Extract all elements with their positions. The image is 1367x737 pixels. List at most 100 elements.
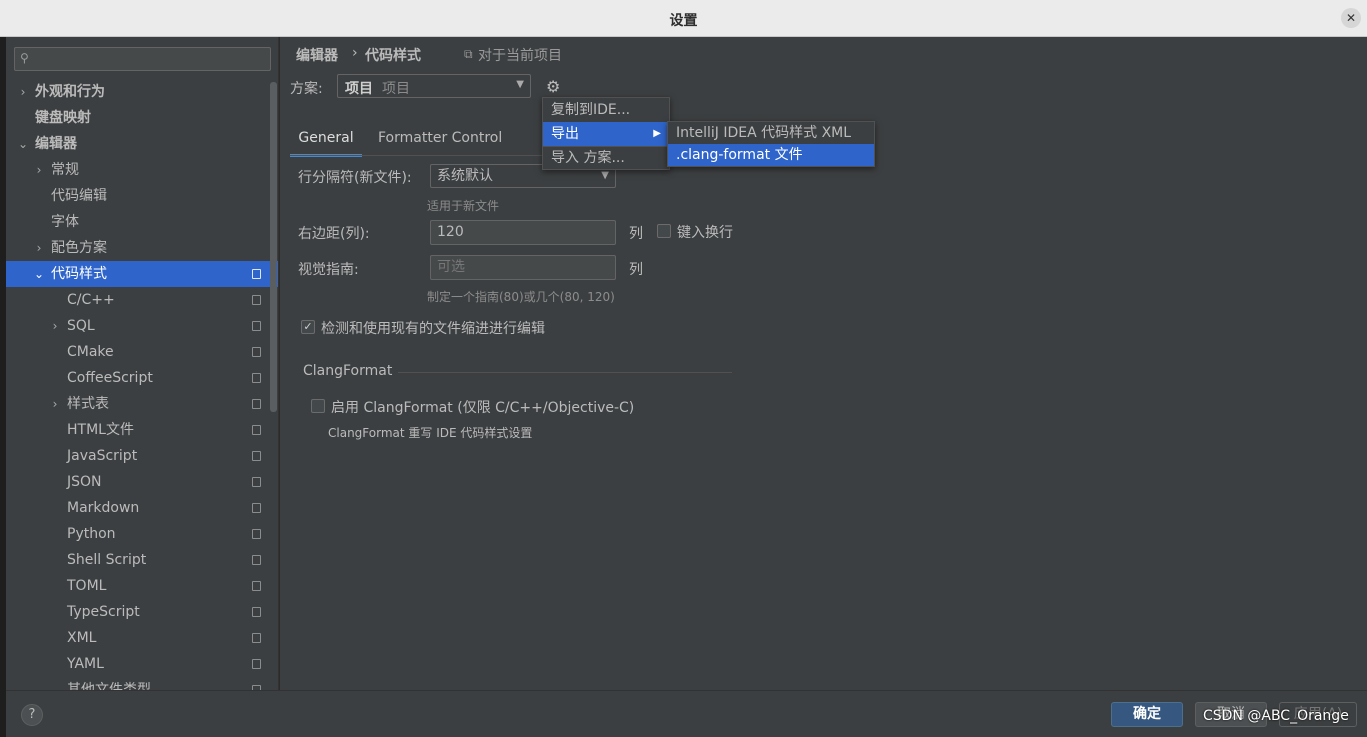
sidebar-item-label: TOML <box>67 578 107 594</box>
visual-guides-input[interactable]: 可选 <box>430 255 616 280</box>
search-icon: ⚲ <box>20 51 29 65</box>
settings-sidebar: ⚲ › 外观和行为 键盘映射 ⌄ 编辑器 › 常规 代码编辑 字体 › 配色方案 ⌄ 代码样式 C/C++… <box>6 37 279 690</box>
menu-item-copy-to-ide[interactable]: 复制到IDE... <box>543 98 669 122</box>
line-separator-label: 行分隔符(新文件): <box>298 170 412 186</box>
visual-guides-placeholder: 可选 <box>437 259 465 275</box>
visual-guides-label: 视觉指南: <box>298 262 359 278</box>
enable-clangformat-label: 启用 ClangFormat (仅限 C/C++/Objective-C) <box>331 400 635 416</box>
sidebar-item-1[interactable]: 键盘映射 <box>6 105 278 131</box>
sidebar-item-7[interactable]: ⌄ 代码样式 <box>6 261 278 287</box>
sidebar-item-label: C/C++ <box>67 292 115 308</box>
sidebar-item-10[interactable]: CMake <box>6 339 278 365</box>
visual-guides-hint: 制定一个指南(80)或几个(80, 120) <box>427 290 615 304</box>
sidebar-item-label: Markdown <box>67 500 140 516</box>
menu-item-export[interactable]: 导出 ▶ <box>543 122 669 146</box>
sidebar-item-5[interactable]: 字体 <box>6 209 278 235</box>
tab-formatter-control[interactable]: Formatter Control <box>378 125 502 157</box>
sidebar-item-label: CoffeeScript <box>67 370 153 386</box>
visual-guides-unit: 列 <box>629 262 643 278</box>
sidebar-item-4[interactable]: 代码编辑 <box>6 183 278 209</box>
project-scope-icon <box>252 477 261 487</box>
sidebar-item-label: 编辑器 <box>35 136 77 152</box>
menu-item-export-intellij-xml[interactable]: IntelliJ IDEA 代码样式 XML <box>668 122 874 144</box>
sidebar-item-13[interactable]: HTML文件 <box>6 417 278 443</box>
sidebar-item-label: 配色方案 <box>51 240 107 256</box>
sidebar-item-0[interactable]: › 外观和行为 <box>6 79 278 105</box>
breadcrumb-scope: 对于当前项目 <box>478 48 562 64</box>
project-scope-icon <box>252 529 261 539</box>
sidebar-item-label: CMake <box>67 344 114 360</box>
sidebar-item-17[interactable]: Python <box>6 521 278 547</box>
project-scope-icon <box>252 503 261 513</box>
line-separator-value: 系统默认 <box>437 168 493 184</box>
gear-menu: 复制到IDE... 导出 ▶ 导入 方案... <box>542 97 670 170</box>
tab-general[interactable]: General <box>290 125 362 157</box>
sidebar-item-23[interactable]: 其他文件类型 <box>6 677 278 690</box>
breadcrumb-root: 编辑器 <box>296 48 338 64</box>
scheme-value-sub: 项目 <box>382 81 410 97</box>
sidebar-item-9[interactable]: › SQL <box>6 313 278 339</box>
sidebar-item-18[interactable]: Shell Script <box>6 547 278 573</box>
sidebar-item-label: 代码编辑 <box>51 188 107 204</box>
gear-icon[interactable]: ⚙ <box>546 77 560 96</box>
search-input[interactable]: ⚲ <box>14 47 271 71</box>
breadcrumb-current: 代码样式 <box>365 48 421 64</box>
sidebar-item-16[interactable]: Markdown <box>6 495 278 521</box>
wrap-on-typing-checkbox[interactable] <box>657 224 671 238</box>
sidebar-item-label: 代码样式 <box>51 266 107 282</box>
sidebar-item-label: SQL <box>67 318 95 334</box>
section-divider <box>398 372 732 373</box>
right-margin-input[interactable]: 120 <box>430 220 616 245</box>
sidebar-item-label: YAML <box>67 656 104 672</box>
sidebar-item-8[interactable]: C/C++ <box>6 287 278 313</box>
sidebar-item-19[interactable]: TOML <box>6 573 278 599</box>
sidebar-item-label: TypeScript <box>67 604 140 620</box>
sidebar-item-3[interactable]: › 常规 <box>6 157 278 183</box>
sidebar-item-14[interactable]: JavaScript <box>6 443 278 469</box>
project-scope-icon <box>252 581 261 591</box>
sidebar-item-2[interactable]: ⌄ 编辑器 <box>6 131 278 157</box>
chevron-right-icon[interactable]: › <box>32 157 46 183</box>
chevron-down-icon[interactable]: ⌄ <box>16 131 30 157</box>
sidebar-item-15[interactable]: JSON <box>6 469 278 495</box>
close-icon[interactable]: ✕ <box>1341 8 1361 28</box>
project-scope-icon <box>252 633 261 643</box>
chevron-right-icon[interactable]: › <box>32 235 46 261</box>
sidebar-item-22[interactable]: YAML <box>6 651 278 677</box>
chevron-right-icon[interactable]: › <box>48 391 62 417</box>
sidebar-item-12[interactable]: › 样式表 <box>6 391 278 417</box>
project-scope-icon <box>252 399 261 409</box>
chevron-down-icon[interactable]: ⌄ <box>32 261 46 287</box>
project-scope-icon <box>252 425 261 435</box>
sidebar-item-label: 键盘映射 <box>35 110 91 126</box>
menu-item-export-clang-format[interactable]: .clang-format 文件 <box>668 144 874 166</box>
help-button[interactable]: ? <box>21 704 43 726</box>
sidebar-item-20[interactable]: TypeScript <box>6 599 278 625</box>
sidebar-item-label: 常规 <box>51 162 79 178</box>
export-submenu: IntelliJ IDEA 代码样式 XML .clang-format 文件 <box>667 121 875 167</box>
scheme-select[interactable]: 项目 项目 ▼ <box>337 74 531 98</box>
sidebar-item-21[interactable]: XML <box>6 625 278 651</box>
project-scope-icon <box>252 295 261 305</box>
copy-icon: ⧉ <box>464 47 473 61</box>
ok-button[interactable]: 确定 <box>1111 702 1183 727</box>
window-title: 设置 <box>669 13 698 29</box>
enable-clangformat-checkbox[interactable] <box>311 399 325 413</box>
detect-indent-checkbox[interactable]: ✓ <box>301 320 315 334</box>
project-scope-icon <box>252 555 261 565</box>
project-scope-icon <box>252 373 261 383</box>
wrap-on-typing-label: 键入换行 <box>677 225 733 241</box>
sidebar-item-11[interactable]: CoffeeScript <box>6 365 278 391</box>
sidebar-item-label: XML <box>67 630 97 646</box>
breadcrumb-separator: › <box>352 45 358 61</box>
sidebar-item-label: JavaScript <box>67 448 138 464</box>
chevron-right-icon[interactable]: › <box>16 79 30 105</box>
sidebar-scrollbar[interactable] <box>270 82 277 412</box>
sidebar-item-label: Python <box>67 526 116 542</box>
submenu-arrow-icon: ▶ <box>653 128 661 139</box>
project-scope-icon <box>252 347 261 357</box>
sidebar-item-6[interactable]: › 配色方案 <box>6 235 278 261</box>
menu-item-import-scheme[interactable]: 导入 方案... <box>543 146 669 170</box>
chevron-right-icon[interactable]: › <box>48 313 62 339</box>
sidebar-item-label: HTML文件 <box>67 422 134 438</box>
